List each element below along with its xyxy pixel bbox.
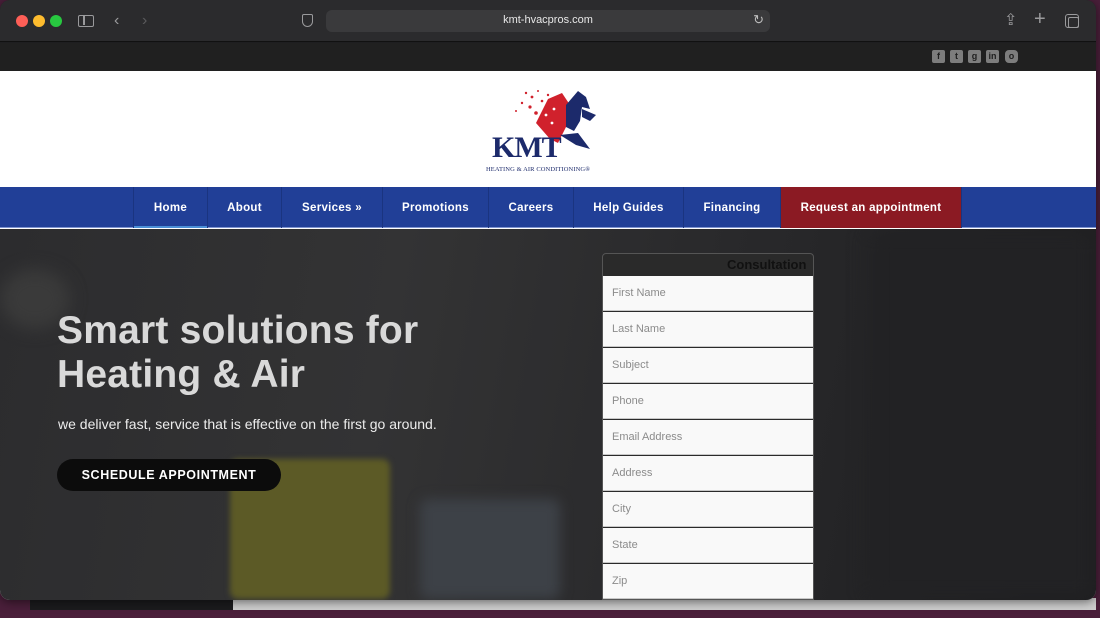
nav-request-appointment[interactable]: Request an appointment — [780, 187, 962, 228]
state-placeholder: State — [612, 539, 638, 551]
nav-careers[interactable]: Careers — [488, 187, 573, 228]
email-placeholder: Email Address — [612, 431, 683, 443]
city-field[interactable]: City — [603, 492, 813, 527]
nav-help-guides[interactable]: Help Guides — [573, 187, 683, 228]
back-arrow-icon[interactable]: ‹ — [114, 10, 119, 32]
state-field[interactable]: State — [603, 528, 813, 563]
last-name-field[interactable]: Last Name — [603, 312, 813, 347]
address-bar[interactable]: kmt-hvacpros.com ↻ — [326, 10, 770, 32]
hero-background-office — [420, 499, 560, 599]
reload-icon[interactable]: ↻ — [753, 12, 764, 28]
hero-section: Smart solutions for Heating & Air we del… — [0, 229, 1096, 600]
first-name-field[interactable]: First Name — [603, 276, 813, 311]
form-title: Consultation — [727, 257, 807, 272]
forward-arrow-icon[interactable]: › — [142, 10, 147, 32]
schedule-appointment-button[interactable]: SCHEDULE APPOINTMENT — [57, 459, 281, 491]
share-icon[interactable]: ⇪ — [1004, 10, 1017, 32]
hero-title: Smart solutions for Heating & Air — [57, 309, 418, 397]
logo-header: KMT HEATING & AIR CONDITIONING® — [0, 71, 1096, 187]
social-top-bar: f t g in o — [0, 43, 1096, 71]
nav-about[interactable]: About — [207, 187, 281, 228]
consultation-form: Consultation First Name Last Name Subjec… — [602, 253, 814, 600]
last-name-placeholder: Last Name — [612, 323, 666, 335]
subject-placeholder: Subject — [612, 359, 649, 371]
browser-window: ‹ › kmt-hvacpros.com ↻ ⇪ + f t g in o KM… — [0, 0, 1096, 600]
hero-background-shadow — [870, 229, 1096, 600]
address-placeholder: Address — [612, 467, 653, 479]
nav-promotions[interactable]: Promotions — [382, 187, 488, 228]
nav-home[interactable]: Home — [133, 187, 207, 228]
main-navigation: Home About Services » Promotions Careers… — [0, 187, 1096, 228]
browser-toolbar: ‹ › kmt-hvacpros.com ↻ ⇪ + — [0, 0, 1096, 42]
new-tab-icon[interactable]: + — [1034, 8, 1046, 30]
sidebar-toggle-icon[interactable] — [78, 15, 94, 27]
web-page: f t g in o KMT HEATING & AIR CONDITIONIN… — [0, 43, 1096, 600]
email-field[interactable]: Email Address — [603, 420, 813, 455]
first-name-placeholder: First Name — [612, 287, 666, 299]
zip-placeholder: Zip — [612, 575, 628, 587]
nav-services[interactable]: Services » — [281, 187, 382, 228]
nav-financing[interactable]: Financing — [683, 187, 780, 228]
tab-overview-icon[interactable] — [1065, 14, 1079, 28]
twitter-icon[interactable]: t — [950, 50, 963, 63]
address-field[interactable]: Address — [603, 456, 813, 491]
instagram-icon[interactable]: o — [1005, 50, 1018, 63]
close-window-button[interactable] — [16, 15, 28, 27]
kmt-logo[interactable]: KMT HEATING & AIR CONDITIONING® — [486, 87, 610, 175]
hero-title-line-1: Smart solutions for — [57, 309, 419, 352]
linkedin-icon[interactable]: in — [986, 50, 999, 63]
city-placeholder: City — [612, 503, 631, 515]
phone-placeholder: Phone — [612, 395, 644, 407]
hero-subtitle: we deliver fast, service that is effecti… — [58, 416, 437, 432]
url-text: kmt-hvacpros.com — [503, 14, 593, 26]
zip-field[interactable]: Zip — [603, 564, 813, 599]
hero-title-line-2: Heating & Air — [57, 353, 306, 396]
facebook-icon[interactable]: f — [932, 50, 945, 63]
privacy-shield-icon[interactable] — [302, 14, 313, 27]
minimize-window-button[interactable] — [33, 15, 45, 27]
phone-field[interactable]: Phone — [603, 384, 813, 419]
subject-field[interactable]: Subject — [603, 348, 813, 383]
logo-wordmark: KMT — [492, 131, 562, 164]
google-plus-icon[interactable]: g — [968, 50, 981, 63]
logo-subtitle: HEATING & AIR CONDITIONING® — [486, 166, 591, 173]
zoom-window-button[interactable] — [50, 15, 62, 27]
